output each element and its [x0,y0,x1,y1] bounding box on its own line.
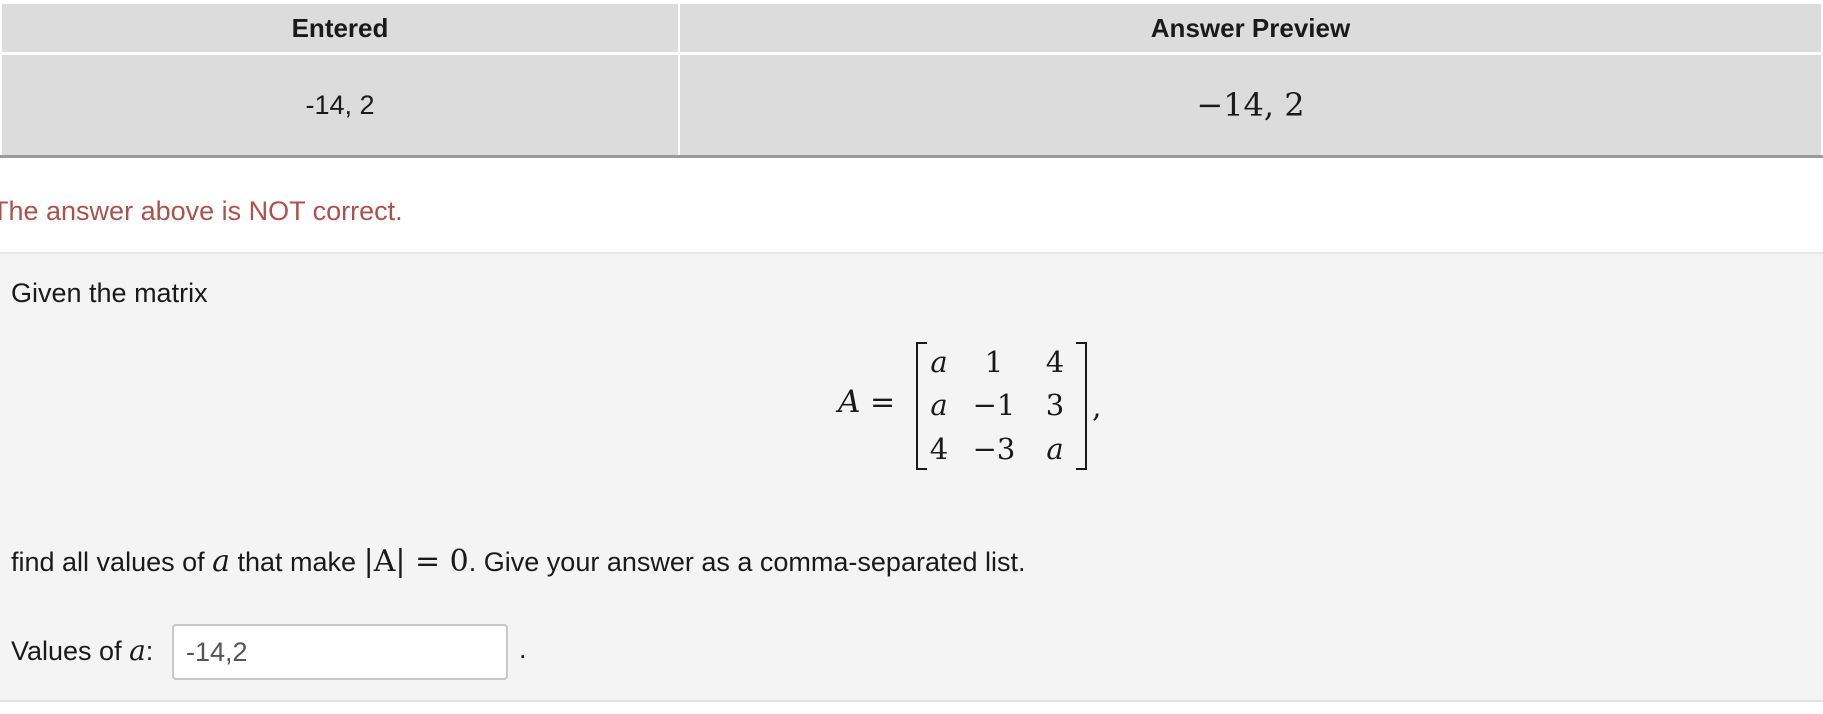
matrix-cell: −3 [972,431,1016,466]
answer-label-var: a [129,634,146,667]
right-bracket [1076,342,1087,470]
preview-math: −14, 2 [1196,86,1305,124]
answer-label: Values of a: [11,634,153,667]
matrix-cell: 4 [929,431,949,466]
matrix-cell: 3 [1045,388,1065,422]
results-header-row: Entered Answer Preview [0,2,1823,55]
answer-input[interactable] [172,624,508,680]
question-var: a [212,544,231,579]
question-text: find all values of a that make |A| = 0. … [11,544,1026,579]
results-table: Entered Answer Preview -14, 2 −14, 2 [0,2,1823,158]
matrix-cell: a [930,388,948,422]
matrix-name: A [838,384,861,420]
entered-cell: -14, 2 [0,52,680,158]
matrix-cell: a [1046,431,1064,466]
problem-intro: Given the matrix [11,278,208,308]
feedback-message: The answer above is NOT correct. [0,196,403,226]
matrix-cell: 1 [984,344,1004,379]
question-part1: find all values of [11,547,213,577]
answer-label-prefix: Values of [11,636,130,666]
bottom-divider [0,700,1823,702]
table-row: -14, 2 −14, 2 [0,52,1823,158]
answer-period: . [519,634,527,664]
question-part2: that make [230,547,364,577]
header-answer-preview: Answer Preview [678,2,1823,55]
determinant-expression: |A| = 0 [363,544,469,579]
matrix-lhs: A = [838,384,895,420]
matrix-equation: A = a 1 4 a −1 3 4 −3 a , [838,340,1108,472]
answer-label-suffix: : [145,636,154,666]
preview-cell: −14, 2 [678,52,1823,158]
matrix-cell: 4 [1045,344,1065,379]
header-entered: Entered [0,2,680,55]
matrix-cell: −1 [972,388,1016,422]
matrix-cell: a [930,344,948,379]
question-part3: . Give your answer as a comma-separated … [468,547,1026,577]
matrix-comma: , [1092,390,1102,425]
equals-sign: = [869,385,896,420]
matrix-grid: a 1 4 a −1 3 4 −3 a [918,340,1088,470]
problem-panel: Given the matrix A = a 1 4 a −1 3 4 −3 a… [0,254,1823,702]
